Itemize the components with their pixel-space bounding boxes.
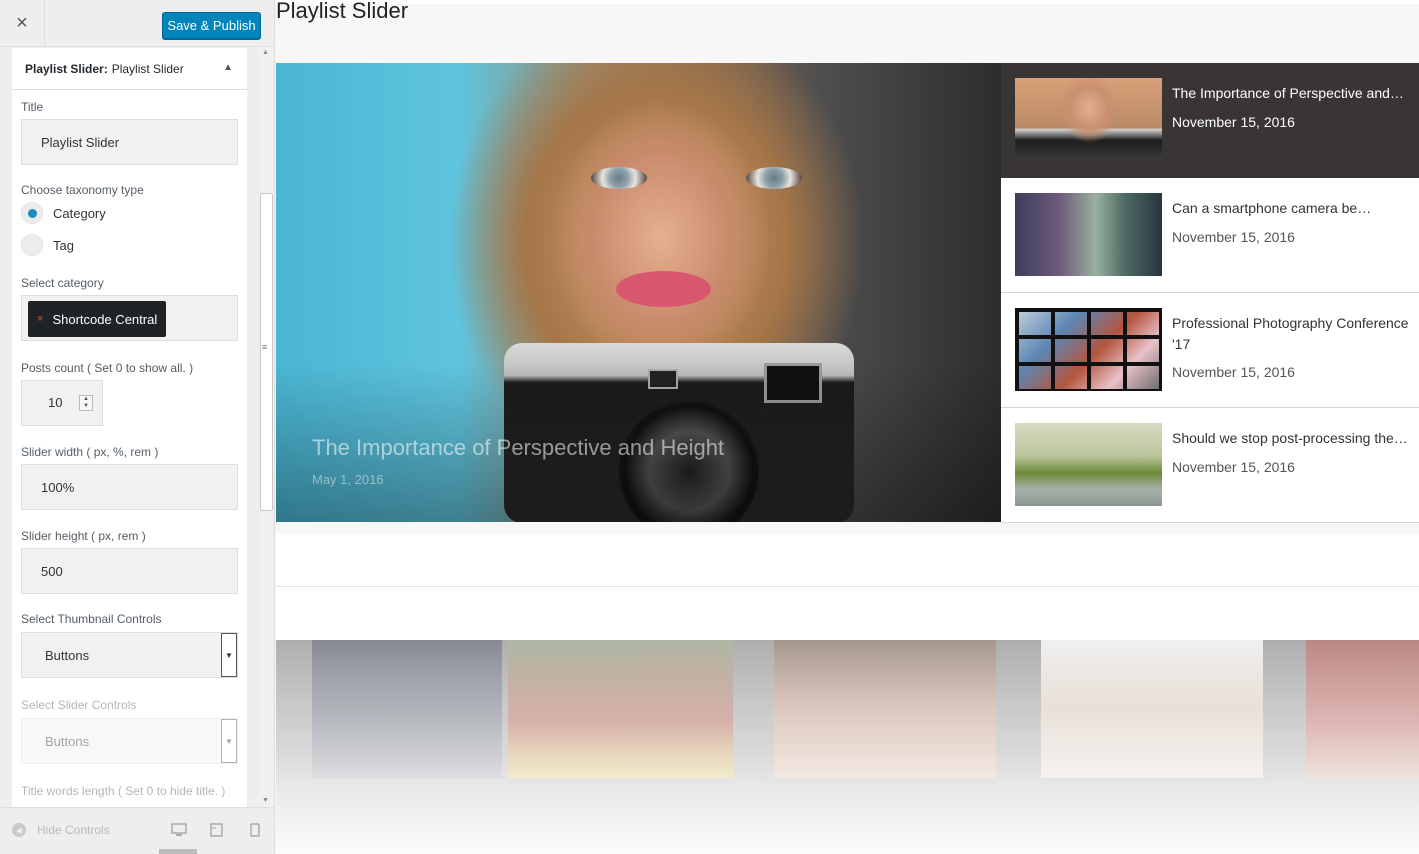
customizer-footer: ◀ Hide Controls [0, 807, 274, 854]
close-customizer-button[interactable]: × [0, 0, 45, 47]
slide-date: May 1, 2016 [312, 472, 384, 487]
slider-controls-value: Buttons [45, 733, 90, 749]
thumb-controls-value: Buttons [45, 647, 90, 663]
site-preview: Playlist Slider The Importance of Perspe… [276, 0, 1419, 854]
gallery-fade-overlay [276, 640, 1419, 854]
playlist-item-title: The Importance of Perspective and… [1172, 85, 1404, 101]
radio-category-label: Category [53, 205, 106, 221]
preview-spacer [276, 534, 1419, 586]
playlist-item[interactable]: The Importance of Perspective and… Novem… [1001, 63, 1419, 178]
sidebar-scrollbar[interactable]: ▲ ≡ ▼ [259, 47, 274, 807]
playlist-thumbnail [1015, 308, 1162, 391]
playlist-item-date: November 15, 2016 [1172, 114, 1295, 130]
mobile-icon[interactable] [250, 823, 260, 837]
slide-caption[interactable]: The Importance of Perspective and Height [312, 435, 724, 461]
thumb-controls-label: Select Thumbnail Controls [21, 612, 162, 626]
playlist-item-title: Professional Photography Conference '17 [1172, 315, 1409, 352]
slider-width-label: Slider width ( px, %, rem ) [21, 445, 159, 459]
title-words-label: Title words length ( Set 0 to hide title… [21, 784, 226, 798]
slider-width-input[interactable]: 100% [21, 464, 238, 510]
save-publish-button[interactable]: Save & Publish [162, 12, 261, 39]
radio-category[interactable]: Category [21, 202, 106, 224]
section-title: Playlist Slider [111, 61, 184, 76]
title-input[interactable]: Playlist Slider [21, 119, 238, 165]
widget-title: Playlist Slider [276, 0, 409, 23]
playlist-item-title: Can a smartphone camera be… [1172, 200, 1372, 216]
playlist: The Importance of Perspective and… Novem… [1001, 63, 1419, 523]
remove-token-icon[interactable]: × [37, 313, 43, 325]
hide-controls-button[interactable]: ◀ Hide Controls [12, 823, 110, 837]
taxonomy-label: Choose taxonomy type [21, 183, 144, 197]
controls-scroll-area[interactable]: Playlist Slider: Playlist Slider ▲ Title… [0, 47, 258, 807]
collapse-arrow-icon[interactable]: ▲ [223, 62, 233, 73]
radio-button[interactable] [21, 234, 43, 256]
scroll-down-icon[interactable]: ▼ [262, 797, 269, 804]
radio-button-checked[interactable] [21, 202, 43, 224]
playlist-item-date: November 15, 2016 [1172, 459, 1295, 475]
playlist-thumbnail [1015, 423, 1162, 506]
dropdown-caret-icon[interactable]: ▼ [221, 719, 237, 763]
playlist-item[interactable]: Should we stop post-processing the… Nove… [1001, 408, 1419, 523]
playlist-item-date: November 15, 2016 [1172, 364, 1295, 380]
playlist-thumbnail [1015, 193, 1162, 276]
slider-height-label: Slider height ( px, rem ) [21, 529, 146, 543]
radio-tag-label: Tag [53, 237, 74, 253]
playlist-item[interactable]: Professional Photography Conference '17 … [1001, 293, 1419, 408]
playlist-item[interactable]: Can a smartphone camera be… November 15,… [1001, 178, 1419, 293]
title-label: Title [21, 100, 44, 114]
active-device-indicator [159, 849, 197, 854]
customizer-sidebar: × Save & Publish Playlist Slider: Playli… [0, 0, 275, 854]
category-token-label: Shortcode Central [52, 311, 158, 327]
category-multiselect[interactable]: × Shortcode Central [21, 295, 238, 341]
dropdown-caret-icon[interactable]: ▼ [221, 633, 237, 677]
scroll-up-icon[interactable]: ▲ [262, 49, 269, 56]
hide-controls-label: Hide Controls [37, 823, 110, 837]
spin-arrows-icon[interactable]: ▲ ▼ [79, 395, 93, 411]
slider-controls-select[interactable]: Buttons ▼ [21, 718, 238, 764]
scrollbar-thumb[interactable] [260, 193, 273, 511]
playlist-item-date: November 15, 2016 [1172, 229, 1295, 245]
thumb-controls-select[interactable]: Buttons ▼ [21, 632, 238, 678]
playlist-thumbnail [1015, 78, 1162, 161]
posts-count-value: 10 [48, 395, 63, 410]
playlist-item-title: Should we stop post-processing the… [1172, 430, 1408, 446]
radio-tag[interactable]: Tag [21, 234, 74, 256]
widget-form: Title Playlist Slider Choose taxonomy ty… [12, 90, 247, 807]
posts-count-stepper[interactable]: 10 ▲ ▼ [21, 380, 103, 426]
tablet-icon[interactable] [210, 823, 223, 837]
desktop-icon[interactable] [171, 823, 187, 837]
grip-icon: ≡ [262, 342, 268, 352]
collapse-icon: ◀ [12, 823, 26, 837]
posts-count-label: Posts count ( Set 0 to show all. ) [21, 361, 194, 375]
category-label: Select category [21, 276, 104, 290]
slide-image-detail [591, 167, 647, 189]
category-token[interactable]: × Shortcode Central [28, 301, 167, 337]
slider-height-input[interactable]: 500 [21, 548, 238, 594]
preview-spacer [276, 586, 1419, 640]
section-header[interactable]: Playlist Slider: Playlist Slider ▲ [12, 48, 247, 90]
section-title-prefix: Playlist Slider: [25, 61, 108, 76]
customizer-header: × Save & Publish [0, 0, 274, 47]
slider-controls-label: Select Slider Controls [21, 698, 137, 712]
slide-image-detail [616, 271, 711, 307]
preview-top-strip [276, 0, 1419, 4]
main-slide[interactable]: The Importance of Perspective and Height… [276, 63, 1001, 522]
slide-image-detail [746, 167, 802, 189]
